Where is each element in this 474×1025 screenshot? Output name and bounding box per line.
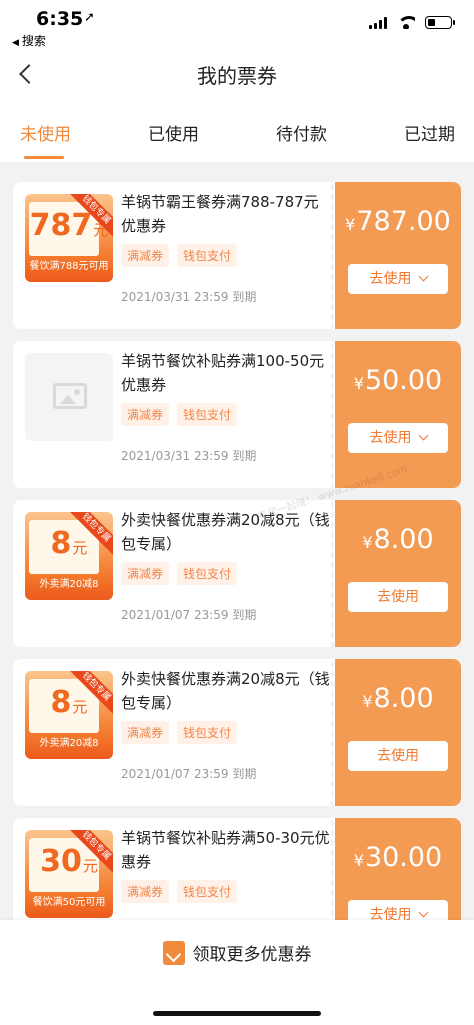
get-more-coupons-button[interactable]: 领取更多优惠券 — [0, 940, 474, 965]
coupon-amount: ¥50.00 — [353, 365, 443, 396]
page-title: 我的票券 — [197, 64, 277, 88]
tag-discount-type: 满减券 — [121, 403, 170, 426]
tab-expired[interactable]: 已过期 — [404, 120, 455, 145]
coupon-tags: 满减券 钱包支付 — [121, 244, 238, 267]
coupon-action-panel: ¥8.00 去使用 — [331, 500, 461, 647]
coupon-title: 羊锅节餐饮补贴券满100-50元优惠券 — [121, 352, 325, 394]
coupon-thumbnail: 30元 餐饮满50元可用 钱包专属 — [25, 830, 113, 918]
tab-pending-payment[interactable]: 待付款 — [276, 120, 327, 145]
coupon-tags: 满减券 钱包支付 — [121, 562, 238, 585]
thumbnail-condition: 餐饮满788元可用 — [29, 261, 109, 272]
coupon-amount: ¥8.00 — [362, 683, 434, 714]
status-bar: 6:35 ➚ ◀ 搜索 — [0, 0, 474, 52]
tag-discount-type: 满减券 — [121, 880, 170, 903]
active-tab-indicator — [24, 156, 64, 159]
coupon-thumbnail — [25, 353, 113, 441]
tag-discount-type: 满减券 — [121, 562, 170, 585]
tag-payment-method: 钱包支付 — [177, 880, 238, 903]
coupon-thumbnail: 787元 餐饮满788元可用 钱包专属 — [25, 194, 113, 282]
get-more-coupons-label: 领取更多优惠券 — [192, 945, 312, 965]
coupon-tags: 满减券 钱包支付 — [121, 721, 238, 744]
coupon-thumbnail: 8元 外卖满20减8 钱包专属 — [25, 671, 113, 759]
use-coupon-button[interactable]: 去使用 — [348, 741, 448, 771]
status-time: 6:35 — [36, 8, 84, 30]
coupon-action-panel: ¥787.00 去使用 — [331, 182, 461, 329]
coupon-action-panel: ¥8.00 去使用 — [331, 659, 461, 806]
tag-payment-method: 钱包支付 — [177, 562, 238, 585]
back-triangle-icon: ◀ — [12, 38, 19, 48]
cellular-signal-icon — [369, 16, 387, 29]
use-coupon-button[interactable]: 去使用 — [348, 423, 448, 453]
coupon-title: 羊锅节霸王餐券满788-787元优惠券 — [121, 193, 319, 235]
coupon-amount: ¥30.00 — [353, 842, 443, 873]
coupon-expiry: 2021/03/31 23:59 到期 — [121, 449, 257, 463]
tag-payment-method: 钱包支付 — [177, 403, 238, 426]
thumbnail-condition: 外卖满20减8 — [39, 738, 99, 749]
bottom-bar: 领取更多优惠券 — [0, 920, 474, 1025]
wifi-icon — [397, 16, 415, 29]
thumbnail-condition: 外卖满20减8 — [39, 579, 99, 590]
coupon-title: 外卖快餐优惠券满20减8元（钱包专属） — [121, 670, 330, 712]
use-coupon-button[interactable]: 去使用 — [348, 582, 448, 612]
coupon-title: 羊锅节餐饮补贴券满50-30元优惠券 — [121, 829, 330, 871]
chevron-down-icon — [418, 907, 428, 918]
tag-payment-method: 钱包支付 — [177, 721, 238, 744]
tab-used[interactable]: 已使用 — [148, 120, 199, 145]
coupon-info: 羊锅节餐饮补贴券满100-50元优惠券 满减券 钱包支付 2021/03/31 … — [13, 341, 335, 488]
coupon-info: 8元 外卖满20减8 钱包专属 外卖快餐优惠券满20减8元（钱包专属） 满减券 … — [13, 500, 335, 647]
location-arrow-icon: ➚ — [84, 10, 95, 25]
thumbnail-condition: 餐饮满50元可用 — [32, 897, 106, 908]
coupon-amount: ¥8.00 — [362, 524, 434, 555]
coupon-info: 787元 餐饮满788元可用 钱包专属 羊锅节霸王餐券满788-787元优惠券 … — [13, 182, 335, 329]
status-icons — [369, 16, 455, 29]
tag-discount-type: 满减券 — [121, 721, 170, 744]
coupon-tags: 满减券 钱包支付 — [121, 880, 238, 903]
tag-discount-type: 满减券 — [121, 244, 170, 267]
coupon-card[interactable]: 8元 外卖满20减8 钱包专属 外卖快餐优惠券满20减8元（钱包专属） 满减券 … — [13, 659, 461, 806]
coupon-card[interactable]: 8元 外卖满20减8 钱包专属 外卖快餐优惠券满20减8元（钱包专属） 满减券 … — [13, 500, 461, 647]
coupon-thumbnail: 8元 外卖满20减8 钱包专属 — [25, 512, 113, 600]
battery-icon — [425, 16, 455, 29]
coupon-card[interactable]: 787元 餐饮满788元可用 钱包专属 羊锅节霸王餐券满788-787元优惠券 … — [13, 182, 461, 329]
image-placeholder-icon — [53, 383, 87, 409]
coupon-expiry: 2021/03/31 23:59 到期 — [121, 290, 257, 304]
home-indicator[interactable] — [153, 1011, 321, 1016]
ticket-icon — [162, 940, 185, 965]
coupon-title: 外卖快餐优惠券满20减8元（钱包专属） — [121, 511, 330, 553]
coupon-expiry: 2021/01/07 23:59 到期 — [121, 608, 257, 622]
back-to-app-label: 搜索 — [21, 34, 46, 48]
tag-payment-method: 钱包支付 — [177, 244, 238, 267]
coupon-expiry: 2021/01/07 23:59 到期 — [121, 767, 257, 781]
tab-bar: 未使用 已使用 待付款 已过期 — [0, 100, 474, 162]
coupon-info: 8元 外卖满20减8 钱包专属 外卖快餐优惠券满20减8元（钱包专属） 满减券 … — [13, 659, 335, 806]
nav-bar: 我的票券 — [0, 52, 474, 100]
use-coupon-button[interactable]: 去使用 — [348, 264, 448, 294]
coupon-amount: ¥787.00 — [345, 206, 451, 237]
chevron-down-icon — [418, 430, 428, 441]
chevron-down-icon — [418, 271, 428, 282]
back-to-app-link[interactable]: ◀ 搜索 — [12, 32, 46, 49]
tab-unused[interactable]: 未使用 — [20, 120, 71, 145]
coupon-tags: 满减券 钱包支付 — [121, 403, 238, 426]
